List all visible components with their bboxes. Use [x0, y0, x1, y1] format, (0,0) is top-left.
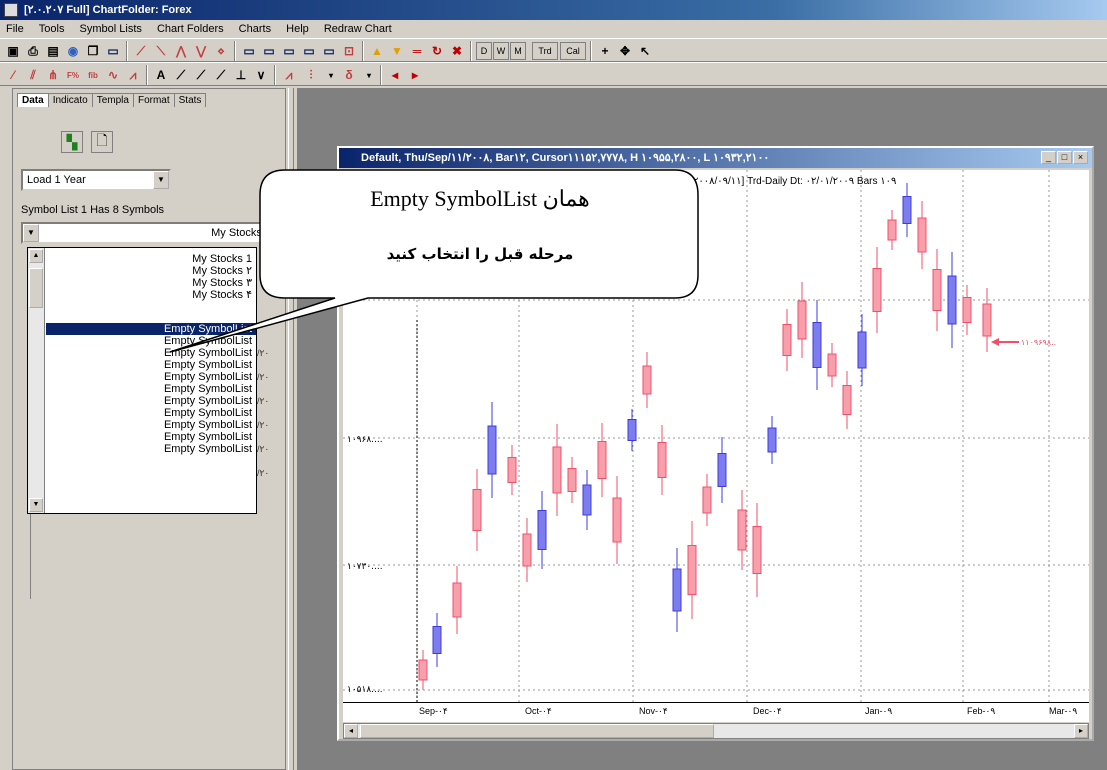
callout-line-2: مرحله قبل را انتخاب کنید: [386, 245, 574, 263]
callout-bubble: [169, 169, 699, 353]
callout-line-1: همان Empty SymbolList: [370, 186, 590, 211]
